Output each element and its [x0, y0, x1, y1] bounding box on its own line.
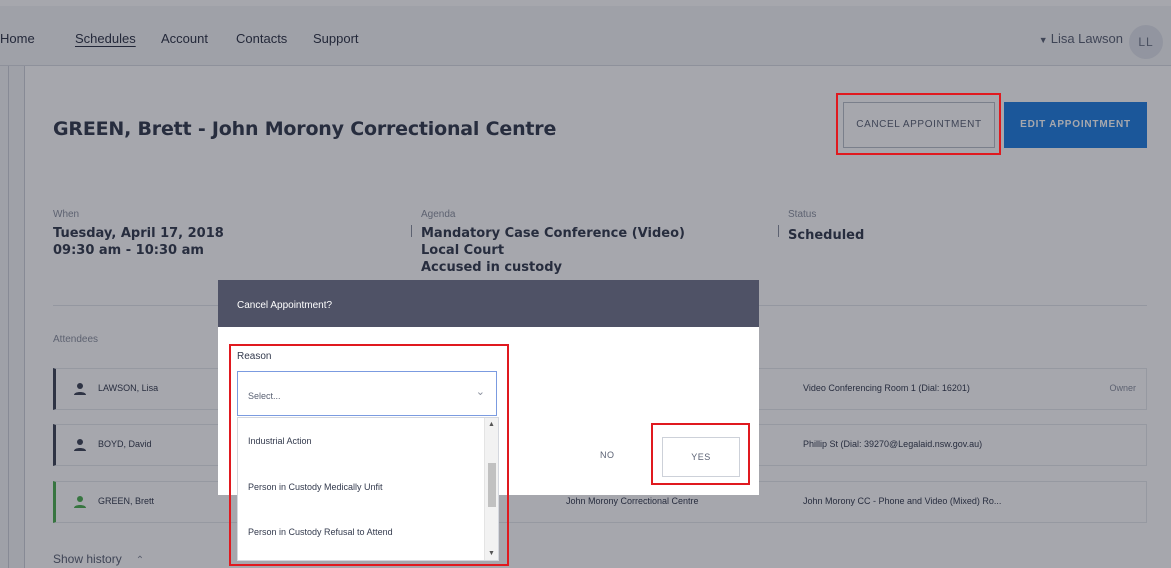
highlight-reason-select [229, 344, 509, 566]
highlight-yes-button [651, 423, 750, 485]
no-button[interactable]: NO [600, 450, 615, 460]
dialog-header: Cancel Appointment? [218, 280, 759, 327]
dialog-title: Cancel Appointment? [237, 300, 333, 311]
highlight-cancel-button [836, 93, 1001, 155]
